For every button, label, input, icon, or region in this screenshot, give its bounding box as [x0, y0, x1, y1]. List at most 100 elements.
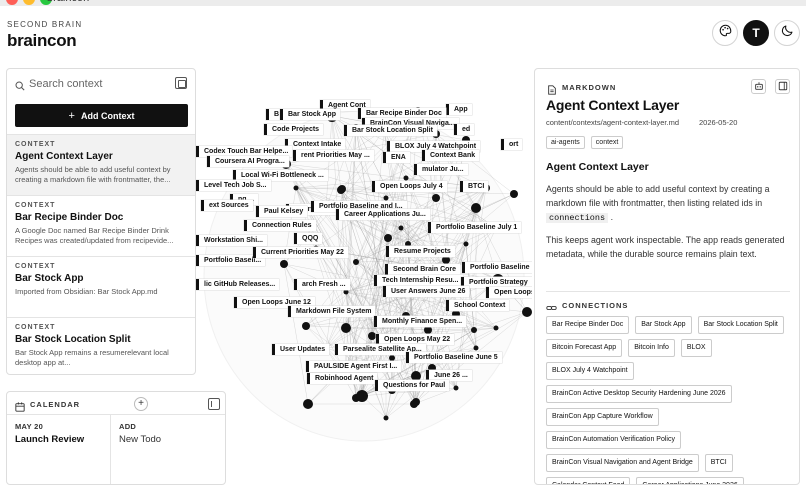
graph-node[interactable]	[368, 332, 376, 340]
graph-node-label[interactable]: User Answers June 26	[383, 286, 470, 297]
connection-chip[interactable]: BTCI	[704, 454, 733, 472]
graph-node-label[interactable]: School Context	[446, 300, 510, 311]
graph-node-label[interactable]: arch Fresh ...	[294, 279, 350, 290]
graph-node[interactable]	[424, 326, 432, 334]
add-context-button[interactable]: + Add Context	[15, 104, 188, 127]
knowledge-graph[interactable]: Agent Cont App Bl Bar Stock App Bar Recipe B…	[196, 68, 532, 485]
graph-node[interactable]	[341, 323, 351, 333]
graph-node-label[interactable]: Coursera AI Progra...	[207, 156, 289, 167]
connection-chip[interactable]: Calendar Context Feed	[546, 477, 631, 484]
close-panel-button[interactable]	[775, 79, 790, 94]
graph-node[interactable]	[453, 385, 459, 391]
tag[interactable]: ai-agents	[546, 136, 585, 149]
graph-node-label[interactable]: Portfolio Baseline June 5	[406, 352, 502, 363]
collapse-sidebar-button[interactable]	[175, 77, 187, 89]
graph-node[interactable]	[493, 325, 499, 331]
agent-button[interactable]	[751, 79, 766, 94]
graph-node[interactable]	[353, 259, 359, 265]
graph-node[interactable]	[463, 241, 469, 247]
list-item[interactable]: CONTEXT Bar Recipe Binder Doc A Google D…	[7, 195, 195, 256]
graph-node-label[interactable]: Questions for Paul	[375, 380, 450, 391]
add-event-button[interactable]: +	[134, 397, 148, 411]
graph-node-label[interactable]: Bar Stock App	[280, 109, 340, 120]
graph-node[interactable]	[442, 256, 450, 264]
graph-node-label[interactable]: Resume Projects	[386, 246, 455, 257]
graph-node-label[interactable]: PAULSIDE Agent First I...	[306, 361, 402, 372]
graph-node-label[interactable]: Tech Internship Resu...	[374, 275, 463, 286]
graph-node[interactable]	[280, 260, 288, 268]
graph-node-label[interactable]: Portfolio Baseline July 1	[428, 222, 522, 233]
graph-node[interactable]	[398, 225, 404, 231]
graph-node-label[interactable]: User Updates	[272, 344, 330, 355]
palette-icon	[719, 24, 732, 42]
connection-chip[interactable]: Bitcoin Info	[628, 339, 675, 357]
graph-node[interactable]	[356, 392, 364, 400]
calendar-day[interactable]: MAY 20 Launch Review	[7, 415, 111, 484]
list-item[interactable]: CONTEXT Agent Context Layer Agents shoul…	[7, 134, 195, 195]
connection-chip[interactable]: BrainCon Automation Verification Policy	[546, 431, 681, 449]
connection-chip[interactable]: BrainCon Active Desktop Security Hardeni…	[546, 385, 732, 403]
graph-node[interactable]	[471, 327, 477, 333]
close-window-button[interactable]	[6, 0, 18, 5]
graph-node-label[interactable]: Paul Kelsey	[256, 206, 308, 217]
palette-button[interactable]	[712, 20, 738, 46]
theme-initial-button[interactable]: T	[743, 20, 769, 46]
graph-node-label[interactable]: ENA	[383, 152, 410, 163]
graph-node-label[interactable]: ort	[501, 139, 523, 150]
graph-node[interactable]	[471, 203, 481, 213]
graph-node[interactable]	[338, 185, 346, 193]
graph-node-label[interactable]: Open Loops	[486, 287, 532, 298]
graph-node[interactable]	[473, 345, 479, 351]
graph-node-label[interactable]: Bar Stock Location Split	[344, 125, 437, 136]
graph-node[interactable]	[510, 190, 518, 198]
graph-node[interactable]	[383, 195, 389, 201]
graph-node[interactable]	[522, 307, 532, 317]
graph-node-label[interactable]: Open Loops July 4	[372, 181, 447, 192]
graph-node-label[interactable]: Current Priorities May 22	[253, 247, 348, 258]
graph-node-label[interactable]: mulator Ju...	[414, 164, 468, 175]
graph-node-label[interactable]: Robinhood Agent	[307, 373, 378, 384]
dark-mode-button[interactable]	[774, 20, 800, 46]
graph-node-label[interactable]: Code Projects	[264, 124, 324, 135]
list-item[interactable]: CONTEXT Bar Stock App Imported from Obsi…	[7, 256, 195, 317]
search-input[interactable]	[29, 75, 169, 93]
graph-node-label[interactable]: rent Priorities May ...	[293, 150, 374, 161]
graph-node-label[interactable]: Second Brain Core	[385, 264, 461, 275]
connection-chip[interactable]: BrainCon App Capture Workflow	[546, 408, 659, 426]
graph-node-label[interactable]: Markdown File System	[288, 306, 376, 317]
connection-chip[interactable]: Bar Stock Location Split	[697, 316, 784, 334]
graph-node[interactable]	[403, 175, 409, 181]
connection-chip[interactable]: Bar Recipe Binder Doc	[546, 316, 630, 334]
graph-node[interactable]	[410, 400, 418, 408]
graph-node-label[interactable]: BTCI	[460, 181, 489, 192]
graph-node[interactable]	[343, 289, 349, 295]
graph-node-label[interactable]: Career Applications Ju...	[336, 209, 430, 220]
connection-chip[interactable]: Career Applications June 2026	[636, 477, 744, 484]
graph-node-label[interactable]: ed	[454, 124, 475, 135]
graph-node-label[interactable]: Level Tech Job S...	[196, 180, 271, 191]
connection-chip[interactable]: BrainCon Visual Navigation and Agent Bri…	[546, 454, 699, 472]
graph-node-label[interactable]: Workstation Shi...	[196, 235, 267, 246]
list-item[interactable]: CONTEXT Bar Stock Location Split Bar Sto…	[7, 317, 195, 374]
graph-node-label[interactable]: Context Bank	[422, 150, 480, 161]
graph-node[interactable]	[302, 322, 310, 330]
graph-node-label[interactable]: ext Sources	[201, 200, 253, 211]
graph-node-label[interactable]: Portfolio Baseline	[462, 262, 532, 273]
graph-node[interactable]	[293, 185, 299, 191]
tag[interactable]: context	[590, 136, 624, 149]
graph-node-label[interactable]: QQQ	[294, 233, 323, 244]
graph-node-label[interactable]: App	[446, 104, 472, 115]
graph-node-label[interactable]: Monthly Finance Spen...	[374, 316, 467, 327]
graph-node-label[interactable]: lic GitHub Releases...	[196, 279, 280, 290]
connection-chip[interactable]: Bar Stock App	[635, 316, 692, 334]
connection-chip[interactable]: BLOX July 4 Watchpoint	[546, 362, 634, 380]
connection-chip[interactable]: BLOX	[680, 339, 712, 357]
graph-node-label[interactable]: Context Intake	[285, 139, 346, 150]
graph-node[interactable]	[384, 234, 392, 242]
minimize-window-button[interactable]	[23, 0, 35, 5]
graph-node-label[interactable]: Connection Rules	[244, 220, 316, 231]
connection-chip[interactable]: Bitcoin Forecast App	[546, 339, 623, 357]
graph-node[interactable]	[303, 399, 313, 409]
graph-node[interactable]	[432, 194, 440, 202]
graph-node[interactable]	[383, 415, 389, 421]
